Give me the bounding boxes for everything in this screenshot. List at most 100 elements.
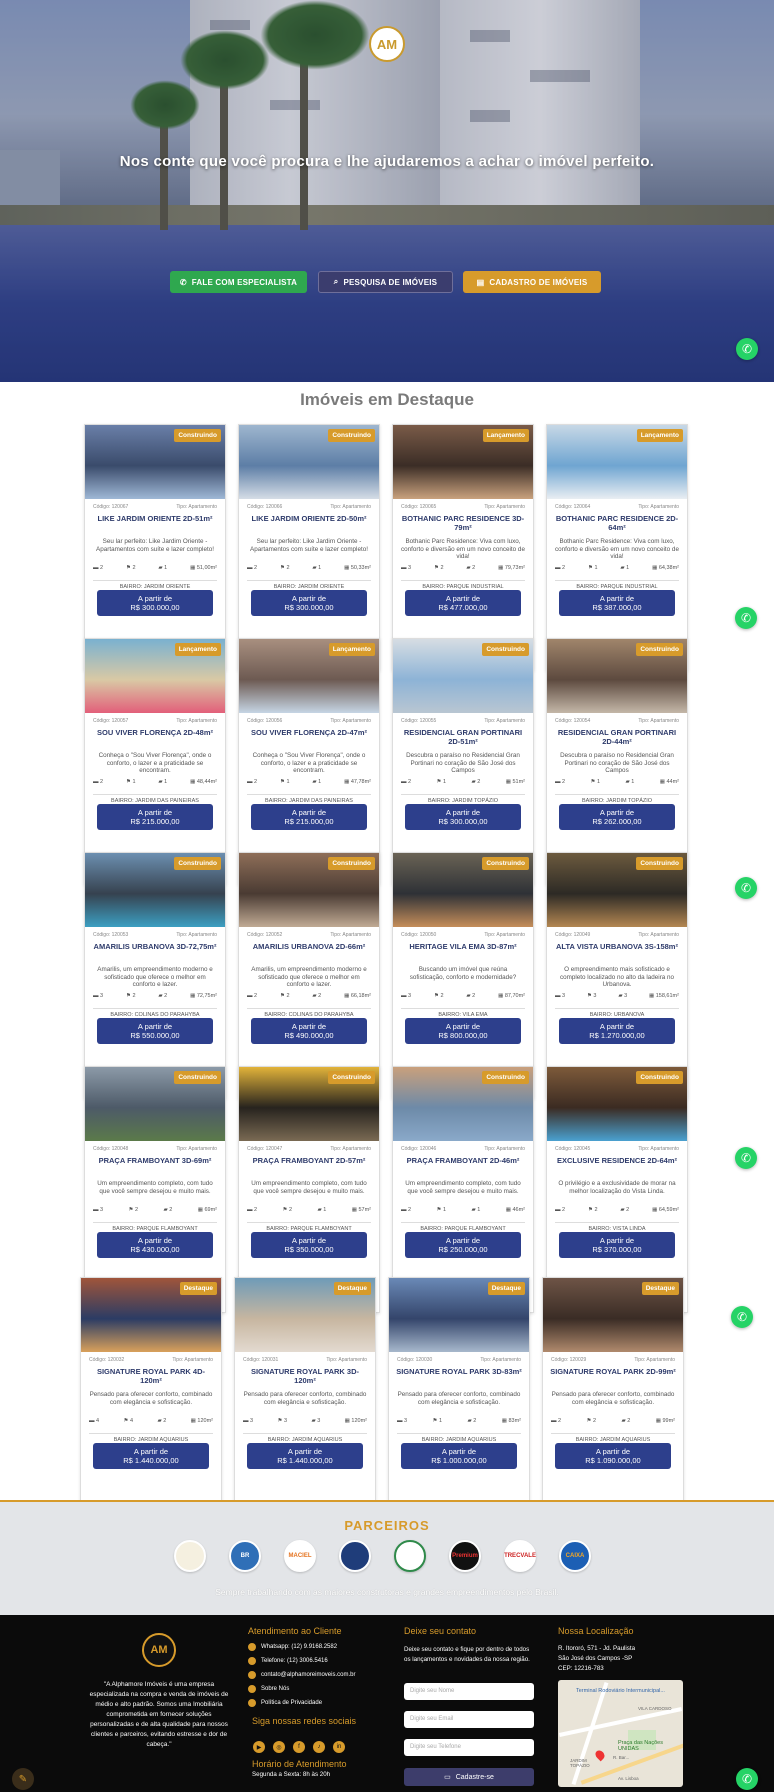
- price-button[interactable]: A partir de R$ 1.440.000,00: [93, 1443, 209, 1469]
- property-title[interactable]: EXCLUSIVE RESIDENCE 2D-64m²: [553, 1156, 681, 1165]
- property-card[interactable]: Construindo Código: 120055 Tipo: Apartame…: [392, 638, 534, 885]
- shield-icon: [248, 1699, 256, 1707]
- property-title[interactable]: ALTA VISTA URBANOVA 3S-158m²: [553, 942, 681, 951]
- property-card[interactable]: Destaque Código: 120031 Tipo: Apartamento…: [234, 1277, 376, 1524]
- site-logo[interactable]: AM: [369, 26, 405, 62]
- price-button[interactable]: A partir de R$ 387.000,00: [559, 590, 675, 616]
- property-title[interactable]: RESIDENCIAL GRAN PORTINARI 2D-44m²: [553, 728, 681, 746]
- price-button[interactable]: A partir de R$ 215.000,00: [97, 804, 213, 830]
- scroll-top-icon[interactable]: ✎: [12, 1768, 34, 1790]
- property-title[interactable]: LIKE JARDIM ORIENTE 2D-50m²: [245, 514, 373, 523]
- property-card[interactable]: Construindo Código: 120052 Tipo: Apartame…: [238, 852, 380, 1099]
- facebook-icon[interactable]: f: [293, 1741, 305, 1753]
- property-card[interactable]: Construindo Código: 120045 Tipo: Apartame…: [546, 1066, 688, 1313]
- whatsapp-float-button[interactable]: ✆: [736, 338, 758, 360]
- property-title[interactable]: PRAÇA FRAMBOYANT 2D-57m²: [245, 1156, 373, 1165]
- property-card[interactable]: Construindo Código: 120047 Tipo: Apartame…: [238, 1066, 380, 1313]
- property-title[interactable]: BOTHANIC PARC RESIDENCE 2D-64m²: [553, 514, 681, 532]
- partner-logo[interactable]: BR: [229, 1540, 261, 1572]
- footer-logo[interactable]: AM: [142, 1633, 176, 1667]
- partner-logo[interactable]: Premium: [449, 1540, 481, 1572]
- property-card[interactable]: Construindo Código: 120049 Tipo: Apartame…: [546, 852, 688, 1099]
- partner-logo[interactable]: MACIEL: [284, 1540, 316, 1572]
- property-title[interactable]: SOU VIVER FLORENÇA 2D-47m²: [245, 728, 373, 737]
- price-button[interactable]: A partir de R$ 262.000,00: [559, 804, 675, 830]
- property-card[interactable]: Construindo Código: 120050 Tipo: Apartame…: [392, 852, 534, 1099]
- tiktok-icon[interactable]: ♪: [313, 1741, 325, 1753]
- property-title[interactable]: BOTHANIC PARC RESIDENCE 3D-79m²: [399, 514, 527, 532]
- youtube-icon[interactable]: ▶: [253, 1741, 265, 1753]
- price-button[interactable]: A partir de R$ 350.000,00: [251, 1232, 367, 1258]
- email-link[interactable]: contato@alphamoreimoveis.com.br: [248, 1671, 355, 1679]
- property-card[interactable]: Construindo Código: 120048 Tipo: Apartame…: [84, 1066, 226, 1313]
- price-button[interactable]: A partir de R$ 215.000,00: [251, 804, 367, 830]
- price-button[interactable]: A partir de R$ 300.000,00: [405, 804, 521, 830]
- phone-link[interactable]: Telefone: (12) 3006.5416: [248, 1657, 328, 1665]
- price-button[interactable]: A partir de R$ 430.000,00: [97, 1232, 213, 1258]
- whatsapp-float-button[interactable]: ✆: [731, 1306, 753, 1328]
- price-button[interactable]: A partir de R$ 300.000,00: [251, 590, 367, 616]
- price-button[interactable]: A partir de R$ 250.000,00: [405, 1232, 521, 1258]
- price-button[interactable]: A partir de R$ 477.000,00: [405, 590, 521, 616]
- whatsapp-float-button[interactable]: ✆: [735, 1147, 757, 1169]
- property-card[interactable]: Destaque Código: 120030 Tipo: Apartamento…: [388, 1277, 530, 1524]
- email-field[interactable]: Digite seu Email: [404, 1711, 534, 1728]
- price-button[interactable]: A partir de R$ 1.270.000,00: [559, 1018, 675, 1044]
- property-card[interactable]: Construindo Código: 120053 Tipo: Apartame…: [84, 852, 226, 1099]
- price-button[interactable]: A partir de R$ 1.440.000,00: [247, 1443, 363, 1469]
- property-description: Pensado para oferecer conforto, combinad…: [243, 1391, 367, 1406]
- property-card[interactable]: Destaque Código: 120029 Tipo: Apartamento…: [542, 1277, 684, 1524]
- status-badge: Lançamento: [328, 643, 375, 656]
- price-button[interactable]: A partir de R$ 800.000,00: [405, 1018, 521, 1044]
- about-link[interactable]: Sobre Nós: [248, 1685, 289, 1693]
- property-title[interactable]: PRAÇA FRAMBOYANT 3D-69m²: [91, 1156, 219, 1165]
- partner-logo[interactable]: TRECVALE: [504, 1540, 536, 1572]
- bed-icon: ▬ 3: [93, 993, 104, 999]
- property-title[interactable]: SIGNATURE ROYAL PARK 2D-99m²: [549, 1367, 677, 1376]
- property-card[interactable]: Destaque Código: 120032 Tipo: Apartamento…: [80, 1277, 222, 1524]
- property-register-button[interactable]: ▤ CADASTRO DE IMÓVEIS: [463, 271, 601, 293]
- property-card[interactable]: Lançamento Código: 120056 Tipo: Apartamen…: [238, 638, 380, 885]
- price-button[interactable]: A partir de R$ 1.000.000,00: [401, 1443, 517, 1469]
- property-title[interactable]: AMARILIS URBANOVA 3D-72,75m²: [91, 942, 219, 951]
- privacy-link[interactable]: Política de Privacidade: [248, 1699, 322, 1707]
- property-search-button[interactable]: ⌕ PESQUISA DE IMÓVEIS: [318, 271, 453, 293]
- phone-field[interactable]: Digite seu Telefone: [404, 1739, 534, 1756]
- property-title[interactable]: SIGNATURE ROYAL PARK 3D-83m²: [395, 1367, 523, 1376]
- linkedin-icon[interactable]: in: [333, 1741, 345, 1753]
- price-button[interactable]: A partir de R$ 300.000,00: [97, 590, 213, 616]
- whatsapp-link[interactable]: Whatsapp: (12) 9.9168.2582: [248, 1643, 337, 1651]
- property-title[interactable]: SIGNATURE ROYAL PARK 4D-120m²: [87, 1367, 215, 1385]
- property-card[interactable]: Lançamento Código: 120065 Tipo: Apartamen…: [392, 424, 534, 671]
- property-card[interactable]: Lançamento Código: 120064 Tipo: Apartamen…: [546, 424, 688, 671]
- property-title[interactable]: AMARILIS URBANOVA 2D-66m²: [245, 942, 373, 951]
- property-title[interactable]: SIGNATURE ROYAL PARK 3D-120m²: [241, 1367, 369, 1385]
- signup-button[interactable]: ▭ Cadastre-se: [404, 1768, 534, 1786]
- whatsapp-float-button[interactable]: ✆: [735, 607, 757, 629]
- property-card[interactable]: Construindo Código: 120066 Tipo: Apartame…: [238, 424, 380, 671]
- instagram-icon[interactable]: ◎: [273, 1741, 285, 1753]
- partner-logo[interactable]: [339, 1540, 371, 1572]
- name-field[interactable]: Digite seu Nome: [404, 1683, 534, 1700]
- property-title[interactable]: HERITAGE VILA EMA 3D-87m²: [399, 942, 527, 951]
- property-card[interactable]: Lançamento Código: 120057 Tipo: Apartamen…: [84, 638, 226, 885]
- property-card[interactable]: Construindo Código: 120067 Tipo: Apartame…: [84, 424, 226, 671]
- talk-specialist-button[interactable]: ✆ FALE COM ESPECIALISTA: [170, 271, 307, 293]
- property-card[interactable]: Construindo Código: 120054 Tipo: Apartame…: [546, 638, 688, 885]
- price-button[interactable]: A partir de R$ 490.000,00: [251, 1018, 367, 1044]
- price-button[interactable]: A partir de R$ 550.000,00: [97, 1018, 213, 1044]
- property-title[interactable]: SOU VIVER FLORENÇA 2D-48m²: [91, 728, 219, 737]
- property-title[interactable]: PRAÇA FRAMBOYANT 2D-46m²: [399, 1156, 527, 1165]
- whatsapp-float-button[interactable]: ✆: [735, 877, 757, 899]
- partner-logo[interactable]: [394, 1540, 426, 1572]
- location-map[interactable]: Terminal Rodoviário Intermunicipal... VI…: [558, 1680, 683, 1787]
- property-title[interactable]: RESIDENCIAL GRAN PORTINARI 2D-51m²: [399, 728, 527, 746]
- status-badge: Construindo: [174, 429, 221, 442]
- partner-logo[interactable]: CAIXA: [559, 1540, 591, 1572]
- price-button[interactable]: A partir de R$ 1.090.000,00: [555, 1443, 671, 1469]
- price-button[interactable]: A partir de R$ 370.000,00: [559, 1232, 675, 1258]
- whatsapp-float-button[interactable]: ✆: [736, 1768, 758, 1790]
- property-card[interactable]: Construindo Código: 120046 Tipo: Apartame…: [392, 1066, 534, 1313]
- property-title[interactable]: LIKE JARDIM ORIENTE 2D-51m²: [91, 514, 219, 523]
- partner-logo[interactable]: [174, 1540, 206, 1572]
